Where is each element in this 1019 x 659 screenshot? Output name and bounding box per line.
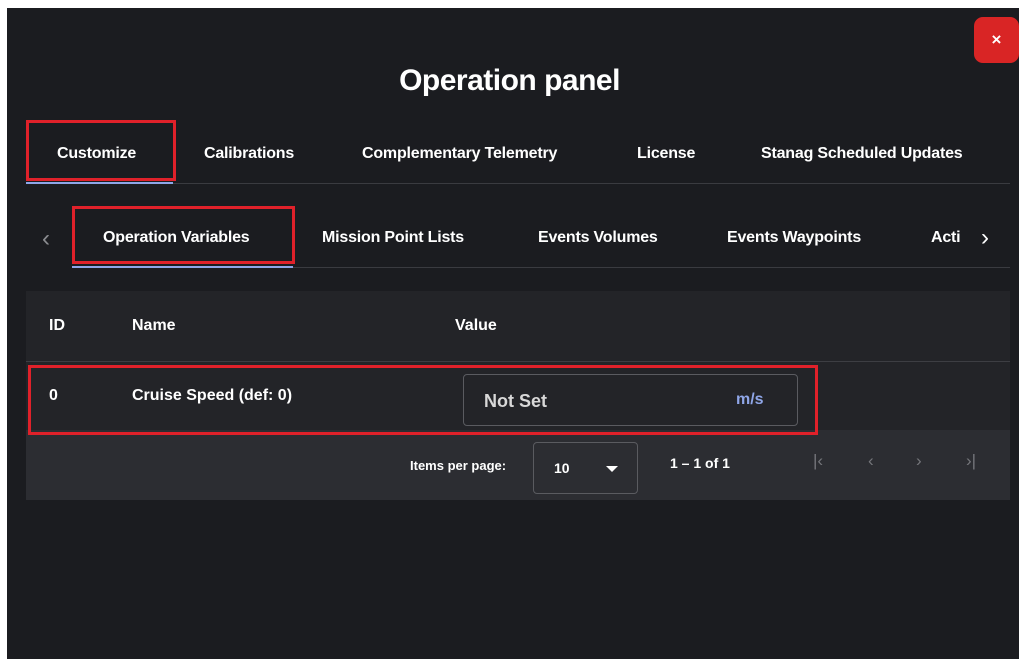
variables-table: ID Name Value 0 Cruise Speed (def: 0) No…	[26, 291, 1010, 500]
tab-complementary-telemetry[interactable]: Complementary Telemetry	[362, 145, 557, 163]
subtab-actions[interactable]: Acti	[931, 229, 961, 247]
subtab-mission-point-lists[interactable]: Mission Point Lists	[322, 229, 464, 247]
prev-page-icon[interactable]: ‹	[868, 451, 874, 471]
close-icon: ×	[991, 30, 1002, 49]
page-range-label: 1 – 1 of 1	[670, 455, 730, 471]
value-unit: m/s	[736, 391, 764, 408]
row-name: Cruise Speed (def: 0)	[132, 387, 293, 404]
table-header: ID Name Value	[26, 291, 1010, 361]
tab-calibrations[interactable]: Calibrations	[204, 145, 294, 163]
dropdown-caret-icon	[606, 466, 618, 472]
close-button[interactable]: ×	[974, 17, 1019, 63]
active-subtab-indicator	[72, 266, 293, 268]
table-row: 0 Cruise Speed (def: 0) Not Set m/s	[26, 362, 1010, 430]
subtab-events-volumes[interactable]: Events Volumes	[538, 229, 658, 247]
tab-license[interactable]: License	[637, 145, 695, 163]
tab-stanag-scheduled-updates[interactable]: Stanag Scheduled Updates	[761, 145, 963, 163]
first-page-icon[interactable]: |‹	[813, 451, 823, 471]
subtab-operation-variables[interactable]: Operation Variables	[103, 229, 250, 247]
subtab-events-waypoints[interactable]: Events Waypoints	[727, 229, 861, 247]
sub-tabs-prev-icon[interactable]: ‹	[42, 227, 50, 251]
dialog-title: Operation panel	[399, 64, 620, 97]
value-input[interactable]: Not Set m/s	[463, 374, 798, 426]
last-page-icon[interactable]: ›|	[966, 451, 976, 471]
value-input-text: Not Set	[484, 391, 547, 411]
tab-customize[interactable]: Customize	[57, 145, 136, 163]
active-tab-indicator	[26, 182, 173, 184]
page-size-select[interactable]: 10	[533, 442, 638, 494]
column-header-value[interactable]: Value	[455, 317, 497, 335]
main-tabs-divider	[26, 183, 1010, 184]
items-per-page-label: Items per page:	[410, 458, 507, 473]
sub-tabs-next-icon[interactable]: ›	[981, 226, 989, 250]
page-size-value: 10	[554, 460, 570, 476]
next-page-icon[interactable]: ›	[916, 451, 922, 471]
column-header-id[interactable]: ID	[49, 317, 65, 335]
row-id: 0	[49, 387, 58, 404]
paginator: Items per page: 10 1 – 1 of 1 |‹ ‹ › ›|	[26, 430, 1010, 500]
column-header-name[interactable]: Name	[132, 317, 176, 335]
